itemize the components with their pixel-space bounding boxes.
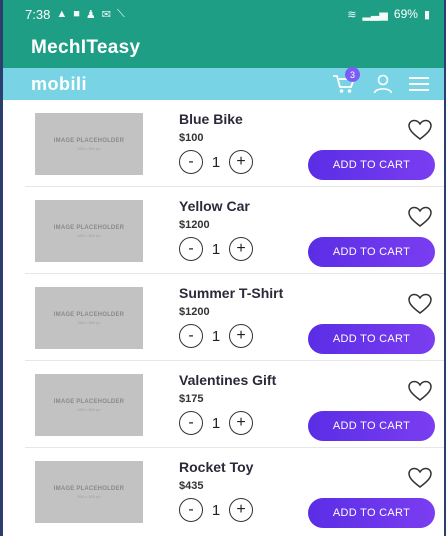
product-image-placeholder: IMAGE PLACEHOLDER 500 x 500 px bbox=[35, 461, 143, 523]
product-image-placeholder: IMAGE PLACEHOLDER 500 x 500 px bbox=[35, 113, 143, 175]
cart-badge: 3 bbox=[345, 67, 360, 82]
product-row: IMAGE PLACEHOLDER 500 x 500 px Rocket To… bbox=[25, 448, 444, 535]
placeholder-subtitle: 500 x 500 px bbox=[77, 319, 101, 325]
user-icon[interactable] bbox=[372, 73, 394, 95]
decrease-qty-button[interactable]: - bbox=[179, 237, 203, 261]
heart-icon[interactable] bbox=[407, 466, 433, 490]
product-name: Rocket Toy bbox=[179, 459, 254, 475]
app-title: MechITeasy bbox=[31, 37, 141, 58]
heart-icon[interactable] bbox=[407, 118, 433, 142]
product-price: $100 bbox=[179, 132, 204, 144]
decrease-qty-button[interactable]: - bbox=[179, 498, 203, 522]
signal-slash-icon: ⟍ bbox=[116, 7, 125, 20]
app-frame: 7:38 ▲ ■ ♟ ✉ ⟍ ≋ ▂▃▅ 69% ▮ MechITeasy mo… bbox=[0, 0, 446, 536]
product-row: IMAGE PLACEHOLDER 500 x 500 px Blue Bike… bbox=[25, 100, 444, 187]
quantity-value: 1 bbox=[211, 153, 221, 171]
add-to-cart-button[interactable]: ADD TO CART bbox=[308, 324, 435, 354]
wifi-icon: ≋ bbox=[347, 8, 357, 21]
quantity-value: 1 bbox=[211, 501, 221, 519]
quantity-value: 1 bbox=[211, 414, 221, 432]
increase-qty-button[interactable]: + bbox=[229, 237, 253, 261]
product-price: $1200 bbox=[179, 219, 210, 231]
product-price: $175 bbox=[179, 393, 204, 405]
placeholder-title: IMAGE PLACEHOLDER bbox=[53, 137, 125, 144]
signal-icon: ▂▃▅ bbox=[362, 8, 388, 21]
increase-qty-button[interactable]: + bbox=[229, 411, 253, 435]
product-price: $435 bbox=[179, 480, 204, 492]
product-image-placeholder: IMAGE PLACEHOLDER 500 x 500 px bbox=[35, 287, 143, 349]
heart-icon[interactable] bbox=[407, 205, 433, 229]
placeholder-subtitle: 500 x 500 px bbox=[77, 232, 101, 238]
increase-qty-button[interactable]: + bbox=[229, 150, 253, 174]
placeholder-title: IMAGE PLACEHOLDER bbox=[53, 485, 125, 492]
people-icon: ♟ bbox=[85, 8, 96, 21]
add-to-cart-button[interactable]: ADD TO CART bbox=[308, 237, 435, 267]
product-price: $1200 bbox=[179, 306, 210, 318]
placeholder-title: IMAGE PLACEHOLDER bbox=[53, 311, 125, 318]
mail-icon: ✉ bbox=[101, 8, 111, 21]
placeholder-subtitle: 500 x 500 px bbox=[77, 493, 101, 499]
menu-icon[interactable] bbox=[408, 75, 430, 93]
quantity-stepper: - 1 + bbox=[179, 237, 253, 261]
heart-icon[interactable] bbox=[407, 292, 433, 316]
placeholder-title: IMAGE PLACEHOLDER bbox=[53, 398, 125, 405]
product-row: IMAGE PLACEHOLDER 500 x 500 px Summer T-… bbox=[25, 274, 444, 361]
status-right: ≋ ▂▃▅ 69% ▮ bbox=[347, 7, 430, 21]
add-to-cart-button[interactable]: ADD TO CART bbox=[308, 498, 435, 528]
nav-bar: mobili 3 bbox=[3, 67, 444, 100]
quantity-stepper: - 1 + bbox=[179, 498, 253, 522]
decrease-qty-button[interactable]: - bbox=[179, 411, 203, 435]
increase-qty-button[interactable]: + bbox=[229, 498, 253, 522]
warning-icon: ▲ bbox=[56, 8, 68, 20]
quantity-stepper: - 1 + bbox=[179, 150, 253, 174]
product-name: Valentines Gift bbox=[179, 372, 277, 388]
increase-qty-button[interactable]: + bbox=[229, 324, 253, 348]
app-bar: MechITeasy bbox=[3, 28, 444, 68]
placeholder-subtitle: 500 x 500 px bbox=[77, 406, 101, 412]
status-left: 7:38 ▲ ■ ♟ ✉ ⟍ bbox=[25, 7, 125, 22]
product-image-placeholder: IMAGE PLACEHOLDER 500 x 500 px bbox=[35, 374, 143, 436]
placeholder-subtitle: 500 x 500 px bbox=[77, 145, 101, 151]
product-name: Summer T-Shirt bbox=[179, 285, 284, 301]
gallery-icon: ■ bbox=[73, 8, 80, 20]
product-image-placeholder: IMAGE PLACEHOLDER 500 x 500 px bbox=[35, 200, 143, 262]
quantity-stepper: - 1 + bbox=[179, 324, 253, 348]
battery-level: 69% bbox=[393, 7, 418, 21]
decrease-qty-button[interactable]: - bbox=[179, 150, 203, 174]
placeholder-title: IMAGE PLACEHOLDER bbox=[53, 224, 125, 231]
product-list: IMAGE PLACEHOLDER 500 x 500 px Blue Bike… bbox=[25, 100, 444, 535]
decrease-qty-button[interactable]: - bbox=[179, 324, 203, 348]
status-bar: 7:38 ▲ ■ ♟ ✉ ⟍ ≋ ▂▃▅ 69% ▮ bbox=[3, 0, 444, 28]
product-row: IMAGE PLACEHOLDER 500 x 500 px Yellow Ca… bbox=[25, 187, 444, 274]
status-time: 7:38 bbox=[25, 6, 51, 22]
add-to-cart-button[interactable]: ADD TO CART bbox=[308, 150, 435, 180]
nav-icons: 3 bbox=[332, 67, 430, 95]
cart-button[interactable]: 3 bbox=[332, 67, 360, 95]
product-row: IMAGE PLACEHOLDER 500 x 500 px Valentine… bbox=[25, 361, 444, 448]
product-name: Yellow Car bbox=[179, 198, 250, 214]
add-to-cart-button[interactable]: ADD TO CART bbox=[308, 411, 435, 441]
brand-logo[interactable]: mobili bbox=[31, 74, 87, 95]
product-name: Blue Bike bbox=[179, 111, 243, 127]
heart-icon[interactable] bbox=[407, 379, 433, 403]
battery-icon: ▮ bbox=[423, 8, 430, 21]
quantity-value: 1 bbox=[211, 327, 221, 345]
quantity-stepper: - 1 + bbox=[179, 411, 253, 435]
quantity-value: 1 bbox=[211, 240, 221, 258]
